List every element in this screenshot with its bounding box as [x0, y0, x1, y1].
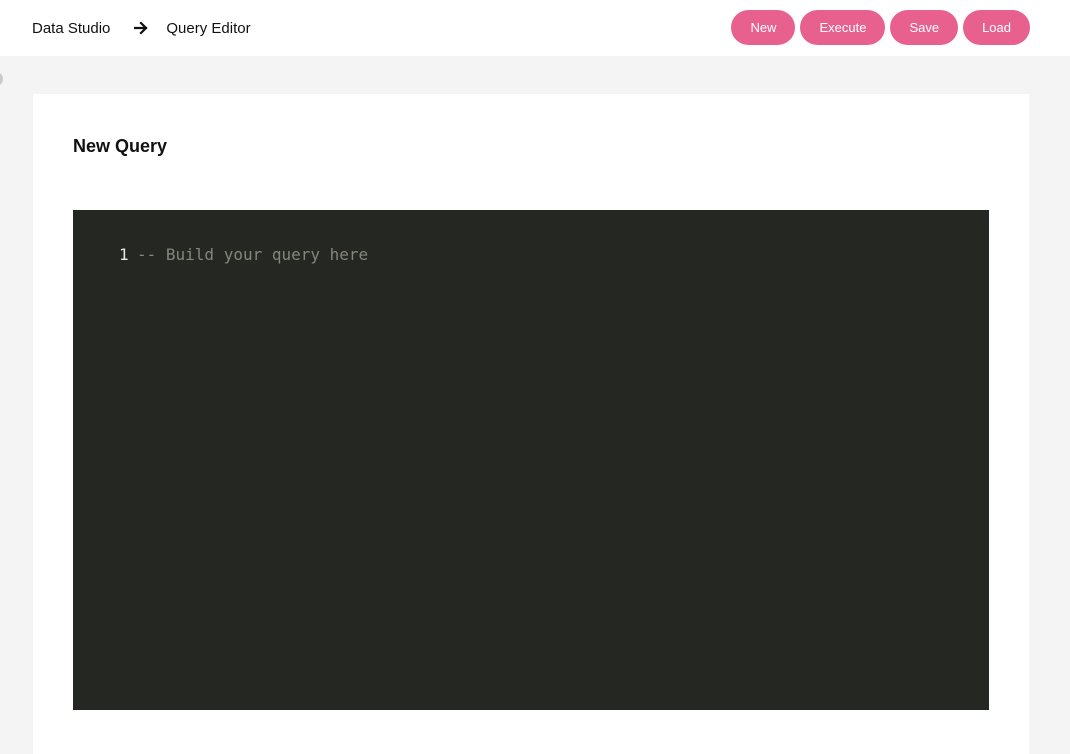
sidebar-toggle-handle[interactable] — [0, 72, 3, 86]
line-number: 1 — [119, 245, 129, 264]
new-button[interactable]: New — [731, 10, 796, 45]
query-card: New Query 1 -- Build your query here — [33, 94, 1029, 754]
code-editor[interactable]: 1 -- Build your query here — [73, 210, 989, 710]
breadcrumb-current: Query Editor — [166, 19, 251, 37]
load-button[interactable]: Load — [963, 10, 1030, 45]
top-bar: Data Studio Query Editor New Execute Sav… — [0, 0, 1070, 56]
save-button[interactable]: Save — [890, 10, 959, 45]
code-line: 1 -- Build your query here — [119, 244, 368, 266]
arrow-right-icon — [134, 21, 148, 35]
query-title: New Query — [73, 136, 168, 156]
code-comment[interactable]: -- Build your query here — [137, 244, 368, 266]
breadcrumb: Data Studio Query Editor — [32, 0, 251, 56]
breadcrumb-root[interactable]: Data Studio — [32, 20, 110, 37]
toolbar-actions: New Execute Save Load — [731, 10, 1030, 45]
execute-button[interactable]: Execute — [800, 10, 886, 45]
